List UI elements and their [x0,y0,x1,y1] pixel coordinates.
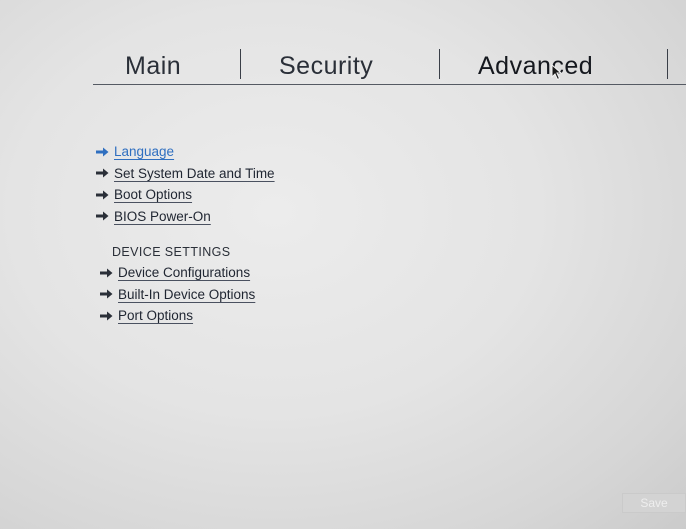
tab-main[interactable]: Main [125,52,181,81]
menu-item-label: Boot Options [114,187,193,203]
menu-item-label: Device Configurations [118,265,251,281]
menu-item-set-system-date-and-time[interactable]: Set System Date and Time [96,163,275,185]
menu-item-bios-power-on[interactable]: BIOS Power-On [96,206,275,228]
advanced-menu: Language Set System Date and Time Boot O… [96,141,275,327]
tab-bar: Main Security Advanced [93,42,686,85]
arrow-right-icon [100,311,113,321]
arrow-right-icon [96,190,109,200]
menu-item-built-in-device-options[interactable]: Built-In Device Options [100,284,275,306]
arrow-right-icon [100,268,113,278]
menu-item-device-configurations[interactable]: Device Configurations [100,262,275,284]
tab-advanced[interactable]: Advanced [478,52,593,81]
tab-separator [240,49,241,79]
arrow-right-icon [96,211,109,221]
menu-item-boot-options[interactable]: Boot Options [96,184,275,206]
menu-item-language[interactable]: Language [96,141,275,163]
menu-item-label: Port Options [118,308,194,324]
menu-item-label: Language [114,144,175,160]
save-button[interactable]: Save [622,493,686,513]
tab-separator [667,49,668,79]
menu-item-label: Built-In Device Options [118,286,256,302]
menu-item-port-options[interactable]: Port Options [100,305,275,327]
arrow-right-icon [96,147,109,157]
arrow-right-icon [96,168,109,178]
device-settings-heading: DEVICE SETTINGS [112,245,231,259]
menu-item-label: BIOS Power-On [114,208,211,224]
tab-security[interactable]: Security [279,52,373,81]
tab-separator [439,49,440,79]
arrow-right-icon [100,289,113,299]
menu-item-label: Set System Date and Time [114,165,275,181]
